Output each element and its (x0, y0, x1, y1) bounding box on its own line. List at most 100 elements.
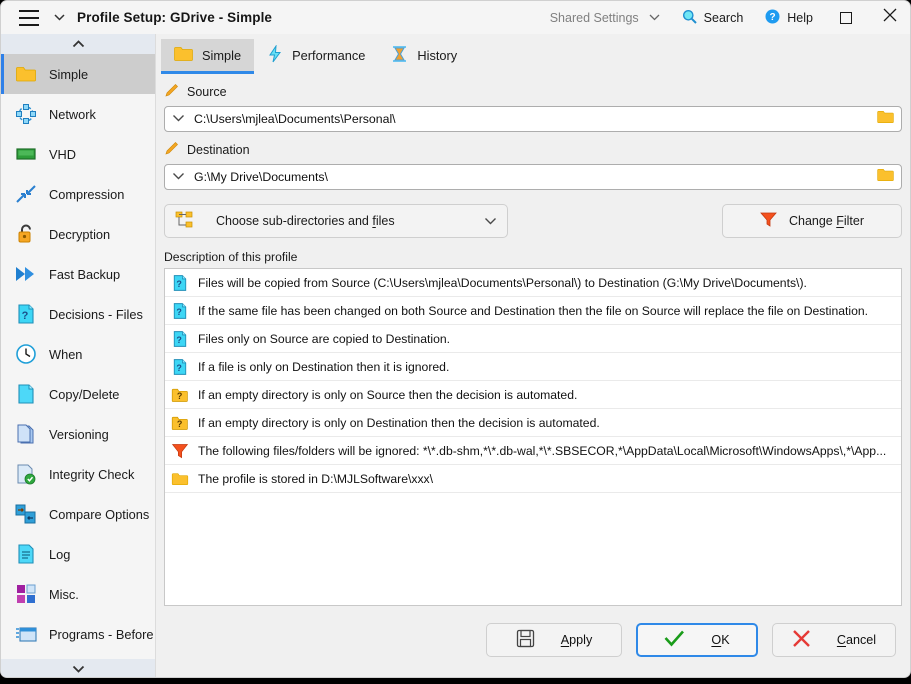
yellow-question-icon: ? (171, 414, 189, 432)
network-nodes-icon (15, 103, 37, 125)
description-list[interactable]: ? Files will be copied from Source (C:\Us… (164, 268, 902, 606)
destination-label: Destination (187, 143, 250, 157)
chevron-down-icon (72, 665, 85, 673)
description-row[interactable]: The profile is stored in D:\MJLSoftware\… (165, 465, 901, 493)
svg-text:?: ? (22, 310, 29, 322)
tab-history[interactable]: History (378, 39, 470, 71)
options-button-row: Choose sub-directories and files Change … (164, 204, 902, 238)
description-row-text: Files will be copied from Source (C:\Use… (198, 276, 807, 290)
sidebar-item-misc[interactable]: Misc. (1, 574, 155, 614)
description-row-text: The following files/folders will be igno… (198, 444, 886, 458)
tab-performance[interactable]: Performance (254, 39, 378, 71)
fast-forward-icon (15, 263, 37, 285)
close-icon (883, 8, 897, 27)
sidebar-item-decisions-files[interactable]: ?Decisions - Files (1, 294, 155, 334)
apply-button[interactable]: Apply (486, 623, 622, 657)
tab-label: History (417, 48, 457, 63)
choose-subdirectories-button[interactable]: Choose sub-directories and files (164, 204, 508, 238)
titlebar-actions: Shared Settings Search ? Help (539, 1, 911, 34)
clock-icon (15, 343, 37, 365)
svg-text:?: ? (176, 307, 182, 317)
description-row-text: The profile is stored in D:\MJLSoftware\… (198, 472, 433, 486)
destination-value: G:\My Drive\Documents\ (194, 170, 868, 184)
sidebar-item-integrity-check[interactable]: Integrity Check (1, 454, 155, 494)
sidebar-item-programs-before[interactable]: Programs - Before (1, 614, 155, 654)
change-filter-button[interactable]: Change Filter (722, 204, 902, 238)
search-button[interactable]: Search (671, 1, 755, 34)
description-row[interactable]: ? If a file is only on Destination then i… (165, 353, 901, 381)
sidebar-item-decryption[interactable]: Decryption (1, 214, 155, 254)
sidebar-item-when[interactable]: When (1, 334, 155, 374)
svg-text:?: ? (176, 335, 182, 345)
source-label: Source (187, 85, 227, 99)
maximize-button[interactable] (824, 1, 868, 34)
sidebar-item-label: Simple (49, 67, 88, 82)
description-row[interactable]: ?If the same file has been changed on bo… (165, 297, 901, 325)
destination-label-row: Destination (164, 141, 910, 159)
svg-text:?: ? (177, 391, 183, 401)
sidebar-item-label: Compression (49, 187, 124, 202)
title-bar: Profile Setup: GDrive - Simple Shared Se… (1, 1, 911, 34)
main-panel: Simple Performance History Source (156, 34, 910, 677)
svg-text:?: ? (176, 279, 182, 289)
cancel-label: Cancel (837, 633, 876, 647)
description-row[interactable]: ? Files only on Source are copied to Dest… (165, 325, 901, 353)
chevron-down-icon[interactable] (172, 171, 185, 183)
folder-icon[interactable] (877, 168, 894, 187)
sidebar-item-label: Compare Options (49, 507, 149, 522)
blue-question-icon: ? (171, 274, 189, 292)
tab-simple[interactable]: Simple (161, 39, 254, 71)
source-input[interactable]: C:\Users\mjlea\Documents\Personal\ (164, 106, 902, 132)
sidebar-item-label: Fast Backup (49, 267, 120, 282)
apply-label: Apply (561, 633, 593, 647)
description-row-text: If an empty directory is only on Destina… (198, 416, 600, 430)
close-button[interactable] (868, 1, 911, 34)
description-row-text: If an empty directory is only on Source … (198, 388, 577, 402)
svg-text:?: ? (176, 363, 182, 373)
description-row-text: Files only on Source are copied to Desti… (198, 332, 450, 346)
description-row[interactable]: The following files/folders will be igno… (165, 437, 901, 465)
tab-label: Performance (292, 48, 365, 63)
sidebar-item-network[interactable]: Network (1, 94, 155, 134)
svg-text:?: ? (177, 419, 183, 429)
save-disk-icon (516, 629, 535, 651)
red-x-icon (792, 629, 811, 651)
footer-actions: Apply OK Cancel (156, 606, 910, 657)
blue-question-icon: ? (171, 358, 189, 376)
chevron-up-icon (72, 40, 85, 48)
destination-input[interactable]: G:\My Drive\Documents\ (164, 164, 902, 190)
sidebar-item-compare-options[interactable]: Compare Options (1, 494, 155, 534)
tab-bar: Simple Performance History (156, 34, 910, 74)
pencil-icon (164, 141, 179, 159)
chevron-down-icon[interactable] (52, 11, 66, 25)
hamburger-menu-icon[interactable] (19, 10, 39, 26)
sidebar-scroll-down[interactable] (1, 659, 155, 678)
sidebar-scroll-up[interactable] (1, 34, 155, 54)
chevron-down-icon[interactable] (172, 113, 185, 125)
log-document-icon (15, 543, 37, 565)
sidebar-item-versioning[interactable]: Versioning (1, 414, 155, 454)
help-button[interactable]: ? Help (754, 1, 824, 34)
folder-icon[interactable] (877, 110, 894, 129)
description-row[interactable]: ? If an empty directory is only on Destin… (165, 409, 901, 437)
description-row[interactable]: ? Files will be copied from Source (C:\Us… (165, 269, 901, 297)
source-label-row: Source (164, 83, 910, 101)
folder-icon (174, 46, 193, 65)
sidebar-item-vhd[interactable]: VHD (1, 134, 155, 174)
change-filter-label: Change Filter (789, 214, 864, 228)
sidebar-item-simple[interactable]: Simple (1, 54, 155, 94)
question-circle-icon: ? (765, 9, 780, 27)
ok-button[interactable]: OK (636, 623, 758, 657)
sidebar-item-fast-backup[interactable]: Fast Backup (1, 254, 155, 294)
maximize-icon (840, 12, 852, 24)
description-row-text: If a file is only on Destination then it… (198, 360, 449, 374)
search-label: Search (704, 11, 744, 25)
sidebar-item-compression[interactable]: Compression (1, 174, 155, 214)
cancel-button[interactable]: Cancel (772, 623, 896, 657)
sidebar-item-log[interactable]: Log (1, 534, 155, 574)
sidebar-item-copy-delete[interactable]: Copy/Delete (1, 374, 155, 414)
description-row[interactable]: ? If an empty directory is only on Source… (165, 381, 901, 409)
sidebar-item-label: Copy/Delete (49, 387, 119, 402)
shared-settings-dropdown[interactable]: Shared Settings (539, 1, 671, 34)
sidebar-item-label: Misc. (49, 587, 79, 602)
